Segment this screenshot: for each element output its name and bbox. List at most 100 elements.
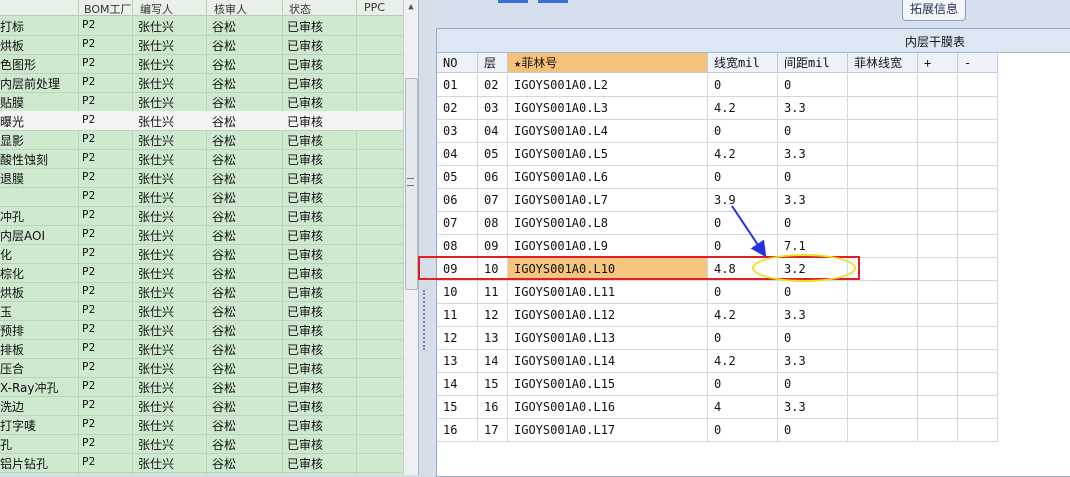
process-row[interactable]: 内层前处理 P2 张仕兴 谷松 已审核 [0, 73, 403, 93]
empty-cell[interactable] [958, 97, 998, 120]
panel-splitter[interactable] [418, 0, 432, 475]
row-no[interactable]: 03 [437, 120, 478, 143]
empty-cell[interactable] [918, 350, 958, 373]
empty-cell[interactable] [958, 396, 998, 419]
spacing-value[interactable]: 3.3 [778, 189, 848, 212]
film-number[interactable]: IGOYS001A0.L2 [508, 74, 708, 97]
empty-cell[interactable] [958, 373, 998, 396]
line-width-value[interactable]: 0 [708, 166, 778, 189]
empty-cell[interactable] [958, 350, 998, 373]
line-width-value[interactable]: 4.2 [708, 97, 778, 120]
col-header-author[interactable]: 编写人 [140, 1, 173, 17]
empty-cell[interactable] [958, 189, 998, 212]
process-row[interactable]: 退膜 P2 张仕兴 谷松 已审核 [0, 168, 403, 188]
film-number[interactable]: IGOYS001A0.L5 [508, 143, 708, 166]
process-row[interactable]: 压合 P2 张仕兴 谷松 已审核 [0, 358, 403, 378]
process-row[interactable]: 烘板 P2 张仕兴 谷松 已审核 [0, 35, 403, 55]
row-no[interactable]: 10 [437, 281, 478, 304]
film-number[interactable]: IGOYS001A0.L8 [508, 212, 708, 235]
process-row[interactable]: 打字唛 P2 张仕兴 谷松 已审核 [0, 415, 403, 435]
process-row[interactable]: 冲孔 P2 张仕兴 谷松 已审核 [0, 206, 403, 226]
row-no[interactable]: 13 [437, 350, 478, 373]
empty-cell[interactable] [848, 166, 918, 189]
empty-cell[interactable] [958, 166, 998, 189]
row-no[interactable]: 16 [437, 419, 478, 442]
empty-cell[interactable] [848, 281, 918, 304]
spacing-value[interactable]: 0 [778, 212, 848, 235]
empty-cell[interactable] [848, 97, 918, 120]
empty-cell[interactable] [958, 235, 998, 258]
row-no[interactable]: 15 [437, 396, 478, 419]
layer-no[interactable]: 05 [478, 143, 508, 166]
empty-cell[interactable] [918, 419, 958, 442]
film-number[interactable]: IGOYS001A0.L17 [508, 419, 708, 442]
empty-cell[interactable] [848, 396, 918, 419]
col-header-film-line-width[interactable]: 菲林线宽 [848, 53, 918, 73]
spacing-value[interactable]: 3.3 [778, 143, 848, 166]
spacing-value[interactable]: 3.3 [778, 97, 848, 120]
empty-cell[interactable] [848, 120, 918, 143]
process-row[interactable]: 曝光 P2 张仕兴 谷松 已审核 [0, 111, 403, 131]
extended-info-tab[interactable]: 拓展信息 [902, 0, 966, 21]
empty-cell[interactable] [918, 74, 958, 97]
row-no[interactable]: 02 [437, 97, 478, 120]
empty-cell[interactable] [958, 304, 998, 327]
row-no[interactable]: 12 [437, 327, 478, 350]
layer-no[interactable]: 17 [478, 419, 508, 442]
line-width-value[interactable]: 0 [708, 373, 778, 396]
layer-no[interactable]: 13 [478, 327, 508, 350]
line-width-value[interactable]: 0 [708, 74, 778, 97]
row-no[interactable]: 01 [437, 74, 478, 97]
empty-cell[interactable] [918, 166, 958, 189]
empty-cell[interactable] [918, 120, 958, 143]
empty-cell[interactable] [918, 143, 958, 166]
line-width-value[interactable]: 0 [708, 419, 778, 442]
empty-cell[interactable] [918, 281, 958, 304]
empty-cell[interactable] [918, 373, 958, 396]
col-header-layer[interactable]: 层 [478, 53, 508, 73]
layer-no[interactable]: 11 [478, 281, 508, 304]
empty-cell[interactable] [958, 258, 998, 281]
layer-no[interactable]: 03 [478, 97, 508, 120]
process-row[interactable]: 烘板 P2 张仕兴 谷松 已审核 [0, 282, 403, 302]
empty-cell[interactable] [918, 327, 958, 350]
row-no[interactable]: 07 [437, 212, 478, 235]
process-row[interactable]: 孔 P2 张仕兴 谷松 已审核 [0, 434, 403, 454]
col-header-film-no[interactable]: ★菲林号 [508, 53, 708, 73]
col-header-no[interactable]: NO [437, 53, 478, 73]
process-row[interactable]: X-Ray冲孔 P2 张仕兴 谷松 已审核 [0, 377, 403, 397]
spacing-value[interactable]: 0 [778, 120, 848, 143]
film-number[interactable]: IGOYS001A0.L12 [508, 304, 708, 327]
empty-cell[interactable] [848, 304, 918, 327]
line-width-value[interactable]: 4.2 [708, 143, 778, 166]
empty-cell[interactable] [918, 396, 958, 419]
layer-no[interactable]: 08 [478, 212, 508, 235]
process-row[interactable]: 洗边 P2 张仕兴 谷松 已审核 [0, 396, 403, 416]
layer-no[interactable]: 02 [478, 74, 508, 97]
left-grid-scrollbar[interactable]: ▲ [403, 0, 418, 475]
empty-cell[interactable] [958, 212, 998, 235]
process-row[interactable]: 贴膜 P2 张仕兴 谷松 已审核 [0, 92, 403, 112]
col-header-ppc[interactable]: PPC [364, 1, 385, 14]
line-width-value[interactable]: 4.2 [708, 304, 778, 327]
layer-no[interactable]: 07 [478, 189, 508, 212]
spacing-value[interactable]: 0 [778, 281, 848, 304]
spacing-value[interactable]: 0 [778, 327, 848, 350]
empty-cell[interactable] [848, 143, 918, 166]
row-no[interactable]: 06 [437, 189, 478, 212]
layer-no[interactable]: 04 [478, 120, 508, 143]
process-row[interactable]: 色图形 P2 张仕兴 谷松 已审核 [0, 54, 403, 74]
empty-cell[interactable] [918, 304, 958, 327]
spacing-value[interactable]: 0 [778, 74, 848, 97]
empty-cell[interactable] [848, 327, 918, 350]
col-header-status[interactable]: 状态 [289, 1, 311, 17]
empty-cell[interactable] [848, 419, 918, 442]
film-number[interactable]: IGOYS001A0.L15 [508, 373, 708, 396]
layer-no[interactable]: 09 [478, 235, 508, 258]
layer-no[interactable]: 15 [478, 373, 508, 396]
film-number[interactable]: IGOYS001A0.L4 [508, 120, 708, 143]
empty-cell[interactable] [848, 74, 918, 97]
film-number[interactable]: IGOYS001A0.L7 [508, 189, 708, 212]
empty-cell[interactable] [918, 97, 958, 120]
process-row[interactable]: 显影 P2 张仕兴 谷松 已审核 [0, 130, 403, 150]
